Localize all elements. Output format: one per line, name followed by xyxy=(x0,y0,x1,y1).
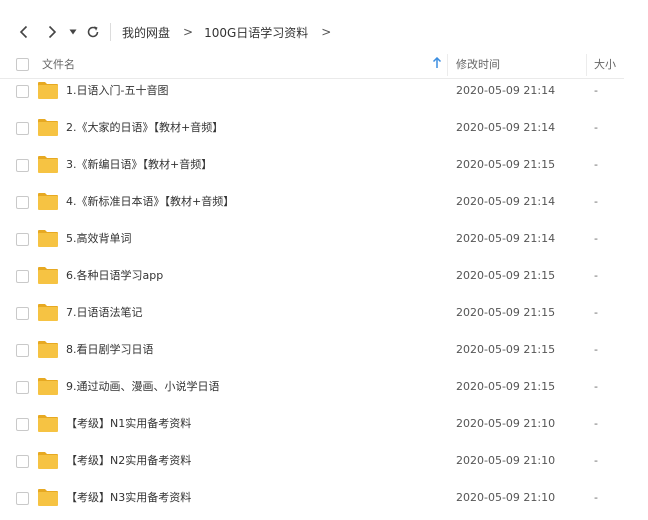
row-checkbox[interactable] xyxy=(16,381,29,394)
folder-icon xyxy=(38,341,58,358)
folder-icon xyxy=(38,230,58,247)
file-name[interactable]: 6.各种日语学习app xyxy=(66,258,163,294)
file-name[interactable]: 5.高效背单词 xyxy=(66,221,132,257)
row-checkbox[interactable] xyxy=(16,233,29,246)
forward-button[interactable] xyxy=(42,18,62,46)
column-header-name-label: 文件名 xyxy=(42,58,75,71)
refresh-icon xyxy=(87,26,99,38)
row-checkbox[interactable] xyxy=(16,492,29,505)
toolbar-divider xyxy=(110,23,111,41)
file-size: - xyxy=(594,417,598,430)
file-row[interactable]: 【考级】N2实用备考资料 2020-05-09 21:10 - xyxy=(0,443,624,479)
file-modified-time: 2020-05-09 21:14 xyxy=(456,232,556,245)
file-size: - xyxy=(594,306,598,319)
file-modified-time: 2020-05-09 21:14 xyxy=(456,84,556,97)
file-size: - xyxy=(594,121,598,134)
file-name[interactable]: 7.日语语法笔记 xyxy=(66,295,143,331)
file-modified-time: 2020-05-09 21:15 xyxy=(456,158,556,171)
folder-icon xyxy=(38,415,58,432)
chevron-right-icon xyxy=(48,25,57,39)
file-row[interactable]: 5.高效背单词 2020-05-09 21:14 - xyxy=(0,221,624,257)
row-checkbox[interactable] xyxy=(16,122,29,135)
folder-icon xyxy=(38,193,58,210)
file-size: - xyxy=(594,195,598,208)
file-row[interactable]: 【考级】N3实用备考资料 2020-05-09 21:10 - xyxy=(0,480,624,516)
file-modified-time: 2020-05-09 21:15 xyxy=(456,343,556,356)
file-row[interactable]: 2.《大家的日语》【教材+音频】 2020-05-09 21:14 - xyxy=(0,110,624,146)
file-modified-time: 2020-05-09 21:15 xyxy=(456,269,556,282)
back-button[interactable] xyxy=(14,18,34,46)
file-row[interactable]: 4.《新标准日本语》【教材+音频】 2020-05-09 21:14 - xyxy=(0,184,624,220)
navigation-toolbar: 我的网盘 > 100G日语学习资料 > xyxy=(0,18,648,46)
caret-down-icon xyxy=(69,29,77,35)
file-name[interactable]: 【考级】N3实用备考资料 xyxy=(66,480,191,516)
folder-icon xyxy=(38,304,58,321)
file-size: - xyxy=(594,232,598,245)
refresh-button[interactable] xyxy=(83,18,103,46)
sort-ascending-icon[interactable] xyxy=(432,57,442,69)
file-row[interactable]: 1.日语入门-五十音图 2020-05-09 21:14 - xyxy=(0,73,624,109)
row-checkbox[interactable] xyxy=(16,344,29,357)
breadcrumb-separator: > xyxy=(183,25,194,39)
breadcrumb: 我的网盘 > 100G日语学习资料 > xyxy=(122,18,342,46)
file-size: - xyxy=(594,269,598,282)
file-size: - xyxy=(594,491,598,504)
file-name[interactable]: 1.日语入门-五十音图 xyxy=(66,73,168,109)
row-checkbox[interactable] xyxy=(16,307,29,320)
folder-icon xyxy=(38,82,58,99)
folder-icon xyxy=(38,267,58,284)
row-checkbox[interactable] xyxy=(16,418,29,431)
chevron-left-icon xyxy=(19,25,28,39)
row-checkbox[interactable] xyxy=(16,159,29,172)
folder-icon xyxy=(38,489,58,506)
file-modified-time: 2020-05-09 21:15 xyxy=(456,306,556,319)
file-name[interactable]: 【考级】N1实用备考资料 xyxy=(66,406,191,442)
column-header-size-label: 大小 xyxy=(594,58,616,71)
file-row[interactable]: 【考级】N1实用备考资料 2020-05-09 21:10 - xyxy=(0,406,624,442)
folder-icon xyxy=(38,378,58,395)
folder-icon xyxy=(38,452,58,469)
file-modified-time: 2020-05-09 21:10 xyxy=(456,491,556,504)
file-size: - xyxy=(594,454,598,467)
row-checkbox[interactable] xyxy=(16,196,29,209)
file-name[interactable]: 【考级】N2实用备考资料 xyxy=(66,443,191,479)
file-row[interactable]: 3.《新编日语》【教材+音频】 2020-05-09 21:15 - xyxy=(0,147,624,183)
file-size: - xyxy=(594,158,598,171)
file-size: - xyxy=(594,343,598,356)
row-checkbox[interactable] xyxy=(16,270,29,283)
file-name[interactable]: 8.看日剧学习日语 xyxy=(66,332,154,368)
column-header-modified-label: 修改时间 xyxy=(456,58,500,71)
file-name[interactable]: 9.通过动画、漫画、小说学日语 xyxy=(66,369,220,405)
file-name[interactable]: 3.《新编日语》【教材+音频】 xyxy=(66,147,212,183)
file-size: - xyxy=(594,84,598,97)
folder-icon xyxy=(38,156,58,173)
file-name[interactable]: 4.《新标准日本语》【教材+音频】 xyxy=(66,184,234,220)
file-row[interactable]: 8.看日剧学习日语 2020-05-09 21:15 - xyxy=(0,332,624,368)
file-row[interactable]: 9.通过动画、漫画、小说学日语 2020-05-09 21:15 - xyxy=(0,369,624,405)
breadcrumb-item-current[interactable]: 100G日语学习资料 xyxy=(204,24,308,41)
file-modified-time: 2020-05-09 21:10 xyxy=(456,417,556,430)
row-checkbox[interactable] xyxy=(16,85,29,98)
file-modified-time: 2020-05-09 21:14 xyxy=(456,195,556,208)
folder-icon xyxy=(38,119,58,136)
file-name[interactable]: 2.《大家的日语》【教材+音频】 xyxy=(66,110,223,146)
history-dropdown-button[interactable] xyxy=(66,18,80,46)
file-modified-time: 2020-05-09 21:14 xyxy=(456,121,556,134)
file-size: - xyxy=(594,380,598,393)
file-modified-time: 2020-05-09 21:15 xyxy=(456,380,556,393)
breadcrumb-item-root[interactable]: 我的网盘 xyxy=(122,24,170,41)
file-modified-time: 2020-05-09 21:10 xyxy=(456,454,556,467)
breadcrumb-separator: > xyxy=(321,25,332,39)
file-row[interactable]: 6.各种日语学习app 2020-05-09 21:15 - xyxy=(0,258,624,294)
select-all-checkbox[interactable] xyxy=(16,58,29,71)
row-checkbox[interactable] xyxy=(16,455,29,468)
file-row[interactable]: 7.日语语法笔记 2020-05-09 21:15 - xyxy=(0,295,624,331)
